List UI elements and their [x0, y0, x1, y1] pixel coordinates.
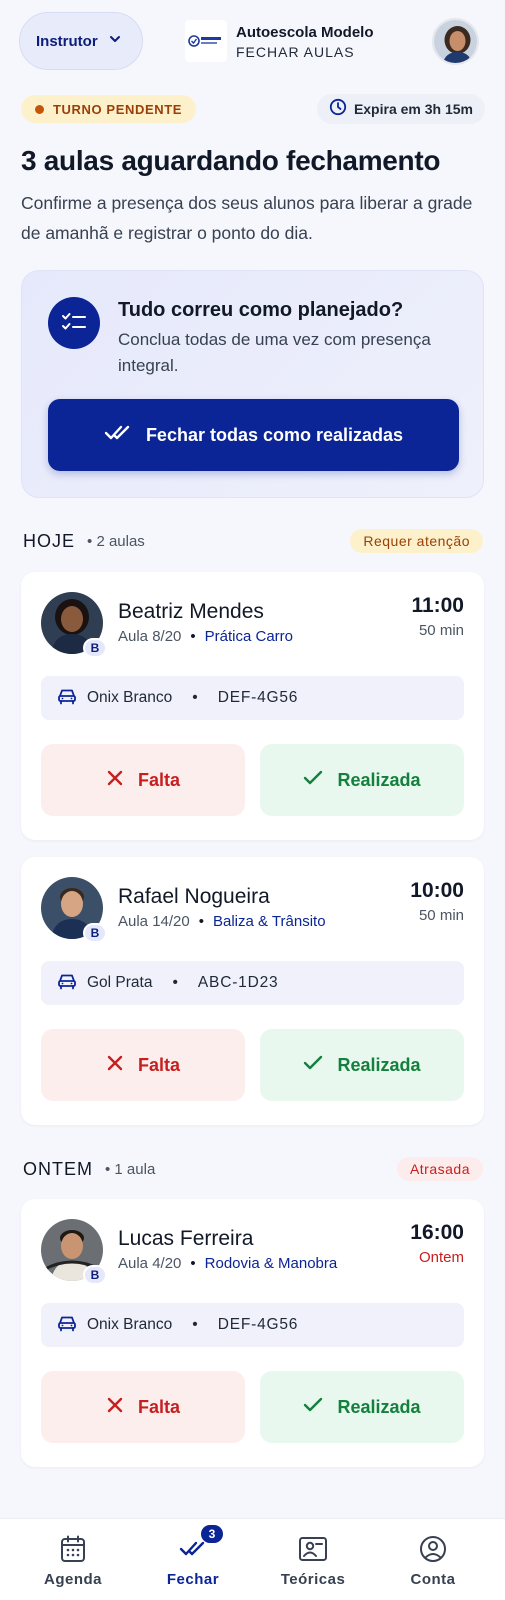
check-icon — [303, 770, 323, 791]
license-category-badge: B — [83, 923, 107, 943]
vehicle-model: Onix Branco — [87, 689, 173, 706]
vehicle-plate: DEF-4G56 — [217, 1316, 299, 1333]
status-dot-icon — [35, 104, 44, 114]
student-name: Rafael Nogueira — [118, 885, 270, 908]
expiry-label: Expira em 3h 15m — [353, 101, 473, 117]
student-name: Lucas Ferreira — [118, 1227, 254, 1250]
lesson-card: B Lucas Ferreira Aula 4/20 • Rodovia & Man… — [21, 1199, 484, 1467]
role-selector[interactable]: Instrutor — [19, 12, 143, 70]
turno-status-badge: TURNO PENDENTE — [21, 95, 197, 123]
check-icon — [303, 1055, 323, 1076]
nav-item-agenda[interactable]: Agenda — [13, 1519, 133, 1600]
nav-label: Agenda — [43, 1571, 102, 1588]
lesson-card: B Beatriz Mendes Aula 8/20 • Prática Carro… — [21, 572, 484, 840]
school-name: Autoescola Modelo — [236, 24, 374, 41]
car-icon — [57, 687, 77, 710]
school-logo — [185, 20, 227, 62]
vehicle-plate: ABC-1D23 — [197, 974, 279, 991]
screen-label: FECHAR AULAS — [236, 44, 355, 60]
lesson-number: Aula 4/20 — [118, 1255, 182, 1272]
close-icon — [106, 1396, 124, 1419]
vehicle-plate: DEF-4G56 — [217, 689, 299, 706]
section-title: ONTEM — [23, 1158, 93, 1179]
lesson-meta: Aula 14/20 • Baliza & Trânsito — [118, 913, 326, 930]
done-label: Realizada — [337, 1396, 421, 1417]
section-header-hoje: HOJE 2 aulas Requer atenção — [23, 527, 483, 555]
lesson-type: Prática Carro — [204, 628, 294, 645]
close-all-button[interactable]: Fechar todas como realizadas — [48, 399, 459, 471]
bulk-close-card: Tudo correu como planejado? Conclua toda… — [21, 270, 484, 498]
vehicle-model: Gol Prata — [87, 974, 153, 991]
absent-label: Falta — [137, 1054, 180, 1075]
presentation-icon — [298, 1533, 328, 1565]
lesson-day: Ontem — [418, 1249, 464, 1266]
car-icon — [57, 972, 77, 995]
car-icon — [57, 1314, 77, 1337]
lesson-time: 16:00 — [410, 1221, 464, 1244]
section-count: 1 aula — [105, 1161, 155, 1178]
expiry-badge: Expira em 3h 15m — [316, 94, 485, 124]
attention-tag: Requer atenção — [350, 529, 483, 553]
close-all-label: Fechar todas como realizadas — [145, 424, 404, 445]
done-label: Realizada — [337, 1054, 421, 1075]
mark-absent-button[interactable]: Falta — [41, 1029, 245, 1101]
license-category-badge: B — [83, 1265, 107, 1285]
turno-status-label: TURNO PENDENTE — [53, 101, 183, 117]
mark-absent-button[interactable]: Falta — [41, 744, 245, 816]
lesson-card: B Rafael Nogueira Aula 14/20 • Baliza & Tr… — [21, 857, 484, 1125]
lesson-duration: 50 min — [418, 907, 464, 924]
absent-label: Falta — [137, 1396, 180, 1417]
role-label: Instrutor — [36, 32, 98, 50]
bottom-navigation: Agenda 3 Fechar Teóricas Conta — [0, 1518, 505, 1600]
bulk-title: Tudo correu como planejado? — [118, 299, 404, 321]
checklist-icon — [48, 297, 100, 349]
chevron-down-icon — [108, 32, 122, 51]
absent-label: Falta — [137, 769, 180, 790]
lesson-time: 10:00 — [410, 879, 464, 902]
check-icon — [303, 1397, 323, 1418]
nav-label: Conta — [410, 1571, 456, 1588]
nav-label: Fechar — [166, 1571, 220, 1588]
nav-item-fechar[interactable]: 3 Fechar — [133, 1519, 253, 1600]
calendar-icon — [60, 1533, 86, 1565]
page-title: 3 aulas aguardando fechamento — [21, 145, 441, 176]
lesson-meta: Aula 8/20 • Prática Carro — [118, 628, 294, 645]
close-icon — [106, 1054, 124, 1077]
vehicle-info: Onix Branco • DEF-4G56 — [41, 1303, 464, 1347]
done-label: Realizada — [337, 769, 421, 790]
vehicle-info: Gol Prata • ABC-1D23 — [41, 961, 464, 1005]
bulk-description: Conclua todas de uma vez com presença in… — [118, 330, 431, 375]
nav-item-teoricas[interactable]: Teóricas — [253, 1519, 373, 1600]
mark-done-button[interactable]: Realizada — [260, 1371, 464, 1443]
lesson-duration: 50 min — [418, 622, 464, 639]
mark-absent-button[interactable]: Falta — [41, 1371, 245, 1443]
section-header-ontem: ONTEM 1 aula Atrasada — [23, 1155, 483, 1183]
late-tag: Atrasada — [396, 1157, 483, 1181]
clock-icon — [329, 98, 347, 121]
lesson-type: Rodovia & Manobra — [204, 1255, 338, 1272]
nav-label: Teóricas — [280, 1571, 346, 1588]
lesson-time: 11:00 — [411, 594, 464, 617]
lesson-meta: Aula 4/20 • Rodovia & Manobra — [118, 1255, 338, 1272]
license-category-badge: B — [83, 638, 107, 658]
page-subtitle: Confirme a presença dos seus alunos para… — [21, 193, 473, 243]
instructor-avatar[interactable] — [432, 18, 479, 65]
mark-done-button[interactable]: Realizada — [260, 744, 464, 816]
pending-count-badge: 3 — [201, 1525, 223, 1543]
lesson-number: Aula 14/20 — [118, 913, 190, 930]
vehicle-model: Onix Branco — [87, 1316, 173, 1333]
nav-item-conta[interactable]: Conta — [373, 1519, 493, 1600]
lesson-type: Baliza & Trânsito — [213, 913, 326, 930]
section-count: 2 aulas — [87, 533, 144, 550]
vehicle-info: Onix Branco • DEF-4G56 — [41, 676, 464, 720]
lesson-number: Aula 8/20 — [118, 628, 182, 645]
section-title: HOJE — [23, 530, 76, 551]
mark-done-button[interactable]: Realizada — [260, 1029, 464, 1101]
double-check-icon — [104, 424, 132, 447]
double-check-icon: 3 — [179, 1525, 223, 1565]
close-icon — [106, 769, 124, 792]
user-circle-icon — [419, 1533, 447, 1565]
student-name: Beatriz Mendes — [118, 600, 264, 623]
app-header: Instrutor Autoescola Modelo FECHAR AULAS — [0, 0, 505, 82]
